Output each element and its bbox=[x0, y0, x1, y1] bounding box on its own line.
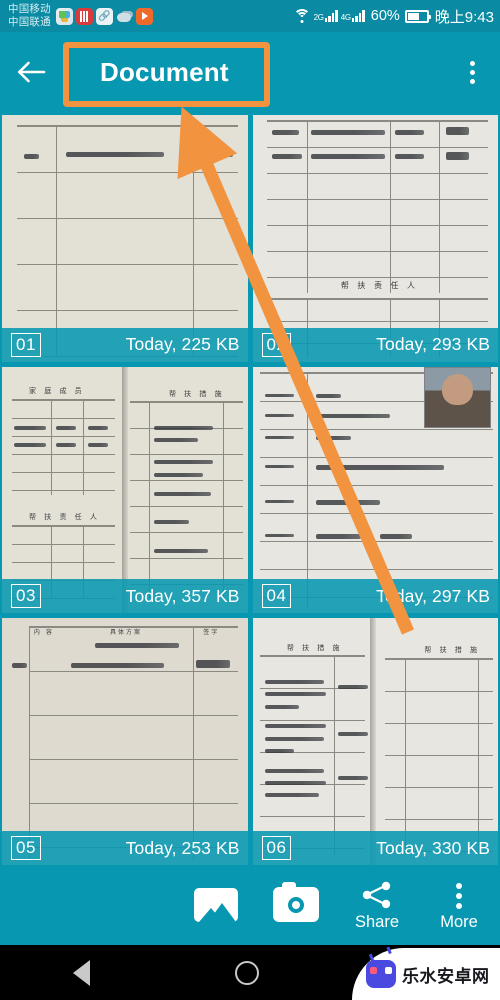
share-button[interactable]: Share bbox=[336, 865, 418, 945]
back-button[interactable] bbox=[0, 32, 62, 112]
watermark-text: 乐水安卓网 bbox=[402, 966, 490, 986]
sim2-signal-icon: 4G bbox=[341, 10, 365, 22]
status-system-icons: 2G 4G 60% 晚上9:43 bbox=[293, 6, 494, 27]
thumbnail-index: 03 bbox=[11, 584, 41, 609]
more-vertical-icon bbox=[444, 880, 474, 912]
camera-icon bbox=[273, 882, 319, 922]
more-label: More bbox=[440, 912, 478, 931]
thumbnail-index: 04 bbox=[261, 584, 292, 609]
bottom-toolbar: Share More bbox=[0, 865, 500, 945]
scan-preview: 家 庭 成 员 帮 扶 责 任 人 帮 扶 措 施 bbox=[2, 366, 248, 614]
document-thumbnail-06[interactable]: 帮 扶 措 施 帮 扶 措 施 06 Today, 330 KB bbox=[252, 618, 498, 865]
dot-icon bbox=[469, 69, 475, 75]
thumbnail-caption: 05 Today, 253 KB bbox=[2, 831, 248, 865]
thumbnail-index: 05 bbox=[11, 836, 41, 860]
document-thumbnail-02[interactable]: 帮 扶 责 任 人 02 Today, 293 KB bbox=[252, 115, 498, 362]
document-thumbnail-04[interactable]: 04 Today, 297 KB bbox=[252, 366, 498, 614]
thumbnail-index: 06 bbox=[261, 836, 292, 860]
wifi-icon bbox=[293, 9, 311, 23]
sim2-network-label: 4G bbox=[340, 13, 351, 22]
back-arrow-icon bbox=[17, 61, 46, 83]
dot-icon bbox=[469, 78, 475, 84]
camera-button[interactable] bbox=[256, 865, 336, 945]
thumbnail-caption: 01 Today, 225 KB bbox=[2, 327, 248, 362]
thumbnail-caption: 03 Today, 357 KB bbox=[2, 579, 248, 614]
link-icon bbox=[95, 7, 113, 25]
weather-icon bbox=[116, 8, 133, 25]
nav-home-icon[interactable] bbox=[234, 960, 259, 985]
battery-percent: 60% bbox=[370, 8, 400, 24]
watermark-robot-icon bbox=[366, 960, 396, 988]
carrier-labels: 中国移动 中国联通 bbox=[8, 3, 51, 29]
thumbnail-meta: Today, 357 KB bbox=[125, 585, 240, 606]
thumbnail-caption: 02 Today, 293 KB bbox=[252, 327, 498, 362]
scan-preview bbox=[252, 366, 498, 614]
thumbnail-caption: 04 Today, 297 KB bbox=[252, 579, 498, 614]
status-bar: 中国移动 中国联通 2G 4G 60% 晚上9:43 bbox=[0, 0, 500, 32]
thumbnail-index: 01 bbox=[11, 332, 41, 357]
sim1-network-label: 2G bbox=[313, 13, 324, 22]
thumbnail-meta: Today, 225 KB bbox=[125, 334, 240, 355]
thumbnail-caption: 06 Today, 330 KB bbox=[252, 831, 498, 865]
battery-icon bbox=[404, 9, 431, 23]
id-photo bbox=[424, 366, 491, 429]
gallery-icon bbox=[194, 887, 238, 922]
status-notification-icons bbox=[55, 7, 153, 25]
thumbnail-meta: Today, 293 KB bbox=[376, 334, 490, 355]
sim1-signal-icon: 2G bbox=[314, 10, 338, 22]
scan-preview: 内 容 具体方案 签字 bbox=[2, 618, 248, 865]
photos-icon bbox=[55, 7, 73, 25]
thumbnail-meta: Today, 253 KB bbox=[125, 837, 240, 858]
thumbnail-meta: Today, 330 KB bbox=[376, 837, 490, 858]
carrier-line-2: 中国联通 bbox=[8, 16, 51, 28]
thumbnail-meta: Today, 297 KB bbox=[376, 585, 490, 606]
document-thumbnail-01[interactable]: 01 Today, 225 KB bbox=[2, 115, 248, 362]
document-thumbnail-03[interactable]: 家 庭 成 员 帮 扶 责 任 人 帮 扶 措 施 03 Today, 357 … bbox=[2, 366, 248, 614]
app-bar: Document bbox=[0, 32, 500, 112]
scan-preview: 帮 扶 责 任 人 bbox=[252, 115, 498, 362]
scan-preview bbox=[2, 115, 248, 362]
thumbnail-index: 02 bbox=[261, 332, 292, 357]
video-player-icon bbox=[135, 7, 153, 25]
page-title: Document bbox=[100, 56, 229, 87]
share-icon bbox=[360, 880, 394, 912]
document-thumbnail-05[interactable]: 内 容 具体方案 签字 05 Today, 253 KB bbox=[2, 618, 248, 865]
carrier-line-1: 中国移动 bbox=[8, 3, 51, 15]
more-button[interactable]: More bbox=[418, 865, 500, 945]
phone-screen: 中国移动 中国联通 2G 4G 60% 晚上9:43 bbox=[0, 0, 500, 1000]
share-label: Share bbox=[354, 912, 400, 931]
news-icon bbox=[75, 7, 93, 25]
status-clock: 晚上9:43 bbox=[434, 8, 494, 26]
watermark: 乐水安卓网 bbox=[352, 948, 500, 1000]
dot-icon bbox=[469, 60, 475, 66]
gallery-button[interactable] bbox=[176, 865, 256, 945]
overflow-menu-button[interactable] bbox=[444, 32, 500, 112]
nav-back-icon[interactable] bbox=[72, 959, 90, 986]
document-grid: 01 Today, 225 KB 帮 扶 责 任 人 02 Today, 293… bbox=[0, 112, 500, 865]
scan-preview: 帮 扶 措 施 帮 扶 措 施 bbox=[252, 618, 498, 865]
app-bar-title-area: Document bbox=[62, 32, 444, 112]
